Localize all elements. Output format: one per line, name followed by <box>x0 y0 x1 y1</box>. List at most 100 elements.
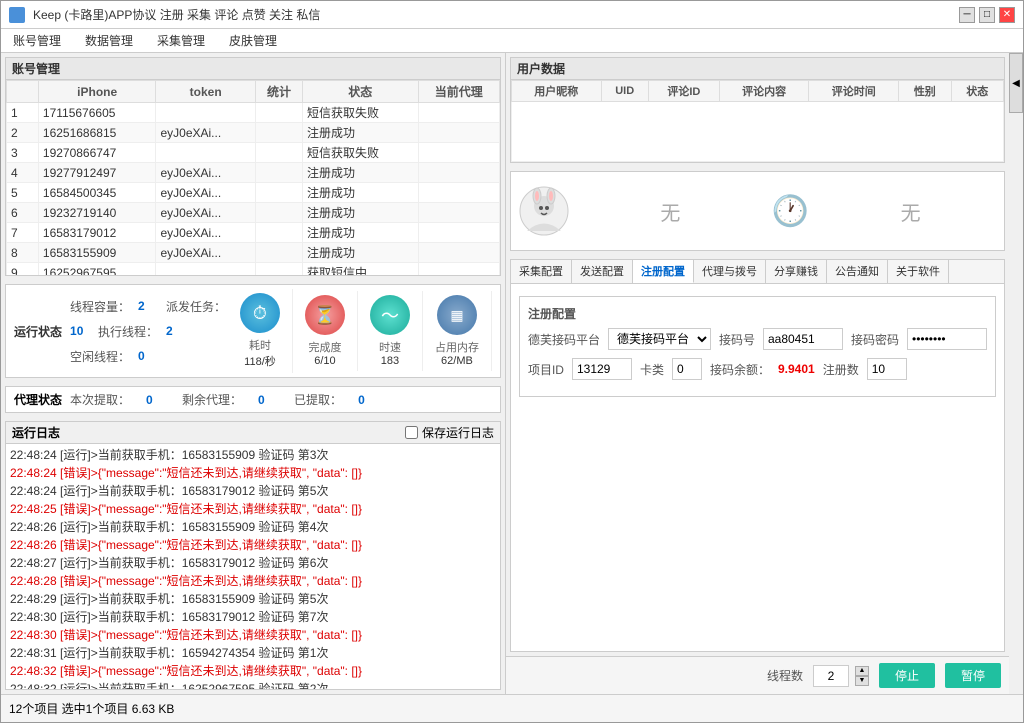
metric-time: ⏱ 耗时 118/秒 <box>228 289 293 373</box>
col-status: 状态 <box>303 81 419 103</box>
menu-collect[interactable]: 采集管理 <box>153 30 209 51</box>
no-data-2: 无 <box>825 197 996 226</box>
config-tab-公告通知[interactable]: 公告通知 <box>827 260 888 283</box>
row-status: 注册成功 <box>303 243 419 263</box>
row-token: eyJ0eXAi... <box>156 243 255 263</box>
app-icon <box>9 7 25 23</box>
user-table: 用户昵称 UID 评论ID 评论内容 评论时间 性别 状态 <box>511 80 1004 162</box>
left-panel: 账号管理 iPhone token 统计 状态 当前代理 <box>1 53 506 694</box>
user-col-nickname: 用户昵称 <box>511 81 601 102</box>
row-token: eyJ0eXAi... <box>156 163 255 183</box>
row-status: 注册成功 <box>303 163 419 183</box>
table-row[interactable]: 2 16251686815 eyJ0eXAi... 注册成功 <box>7 123 500 143</box>
row-proxy <box>418 183 499 203</box>
run-status-row: 线程容量： 2 派发任务： 10 执行线程： 2 空闲线程： 0 <box>70 298 228 365</box>
table-row[interactable]: 8 16583155909 eyJ0eXAi... 注册成功 <box>7 243 500 263</box>
row-id: 9 <box>7 263 39 276</box>
submitted-value: 0 <box>358 393 378 407</box>
row-status: 注册成功 <box>303 123 419 143</box>
col-count: 统计 <box>255 81 302 103</box>
thread-up-button[interactable]: ▲ <box>855 666 869 676</box>
config-tab-分享赚钱[interactable]: 分享赚钱 <box>766 260 827 283</box>
proxy-row: 本次提取： 0 剩余代理： 0 已提取： 0 <box>70 391 378 408</box>
save-log-text: 保存运行日志 <box>422 424 494 441</box>
card-input[interactable] <box>672 358 702 380</box>
row-token: eyJ0eXAi... <box>156 203 255 223</box>
close-button[interactable]: ✕ <box>999 7 1015 23</box>
thread-count-input[interactable] <box>813 665 849 687</box>
inner-title: 注册配置 <box>528 305 987 322</box>
row-id: 6 <box>7 203 39 223</box>
decode-input[interactable] <box>763 328 843 350</box>
row-proxy <box>418 263 499 276</box>
log-line: 22:48:24 [运行]>当前获取手机：16583179012 验证码 第5次 <box>10 482 496 500</box>
log-section: 运行日志 保存运行日志 22:48:24 [运行]>当前获取手机：1658315… <box>5 421 501 690</box>
config-tab-发送配置[interactable]: 发送配置 <box>572 260 633 283</box>
metric-speed-icon: 〜 <box>370 295 410 335</box>
metric-memory-value: 62/MB <box>441 355 473 367</box>
remain-value: 0 <box>258 393 278 407</box>
log-body[interactable]: 22:48:24 [运行]>当前获取手机：16583155909 验证码 第3次… <box>6 444 500 689</box>
table-row[interactable]: 5 16584500345 eyJ0eXAi... 注册成功 <box>7 183 500 203</box>
user-data-title: 用户数据 <box>511 58 1004 80</box>
user-data-section: 用户数据 用户昵称 UID 评论ID 评论内容 评论时间 性别 状态 <box>510 57 1005 163</box>
menu-account[interactable]: 账号管理 <box>9 30 65 51</box>
log-line: 22:48:30 [错误]>{"message":"短信还未到达,请继续获取",… <box>10 626 496 644</box>
row-iphone: 19270866747 <box>38 143 156 163</box>
platform-select[interactable]: 德芙接码平台 <box>608 328 711 350</box>
run-status-title: 运行状态 <box>14 325 62 339</box>
log-line: 22:48:31 [运行]>当前获取手机：16594274354 验证码 第1次 <box>10 644 496 662</box>
table-row[interactable]: 9 16252967595 获取短信中... <box>7 263 500 276</box>
no-data-1: 无 <box>585 197 756 226</box>
metric-time-value: 118/秒 <box>244 353 276 369</box>
save-log-checkbox[interactable] <box>405 426 418 439</box>
row-count <box>255 223 302 243</box>
user-col-gender: 性别 <box>899 81 951 102</box>
row-status: 注册成功 <box>303 183 419 203</box>
control-bar: 线程数 ▲ ▼ 停止 暂停 <box>506 656 1009 694</box>
pause-button[interactable]: 暂停 <box>945 663 1001 688</box>
menu-skin[interactable]: 皮肤管理 <box>225 30 281 51</box>
config-tab-采集配置[interactable]: 采集配置 <box>511 260 572 283</box>
col-token: token <box>156 81 255 103</box>
side-expand-button[interactable]: ◀ <box>1009 53 1023 113</box>
config-tab-注册配置[interactable]: 注册配置 <box>633 260 694 283</box>
remain-label: 剩余代理： <box>182 391 242 408</box>
config-tab-代理与拨号[interactable]: 代理与拨号 <box>694 260 766 283</box>
maximize-button[interactable]: □ <box>979 7 995 23</box>
metric-speed-value: 183 <box>381 355 399 367</box>
metric-progress: ⏳ 完成度 6/10 <box>293 291 358 371</box>
clock-icon-container: 🕐 <box>772 194 809 229</box>
log-title: 运行日志 <box>12 424 60 441</box>
log-line: 22:48:24 [运行]>当前获取手机：16583155909 验证码 第3次 <box>10 446 496 464</box>
stop-button[interactable]: 停止 <box>879 663 935 688</box>
reg-count-input[interactable] <box>867 358 907 380</box>
thread-down-button[interactable]: ▼ <box>855 676 869 686</box>
balance-value: 9.9401 <box>778 362 815 376</box>
table-row[interactable]: 3 19270866747 短信获取失败 <box>7 143 500 163</box>
col-iphone: iPhone <box>38 81 156 103</box>
menu-data[interactable]: 数据管理 <box>81 30 137 51</box>
row-count <box>255 203 302 223</box>
project-input[interactable] <box>572 358 632 380</box>
password-label: 接码密码 <box>851 331 899 348</box>
minimize-button[interactable]: ─ <box>959 7 975 23</box>
config-tab-关于软件[interactable]: 关于软件 <box>888 260 949 283</box>
status-bar: 12个项目 选中1个项目 6.63 KB <box>1 694 1023 722</box>
main-content: 账号管理 iPhone token 统计 状态 当前代理 <box>1 53 1023 694</box>
row-token: eyJ0eXAi... <box>156 183 255 203</box>
save-log-label[interactable]: 保存运行日志 <box>405 424 494 441</box>
dispatch-label: 派发任务： <box>166 298 226 315</box>
row-count <box>255 103 302 123</box>
table-row[interactable]: 1 17115676605 短信获取失败 <box>7 103 500 123</box>
row-count <box>255 143 302 163</box>
row-id: 2 <box>7 123 39 143</box>
row-token: eyJ0eXAi... <box>156 223 255 243</box>
idle-label: 空闲线程： <box>70 348 130 365</box>
password-input[interactable] <box>907 328 987 350</box>
table-row[interactable]: 7 16583179012 eyJ0eXAi... 注册成功 <box>7 223 500 243</box>
table-row[interactable]: 4 19277912497 eyJ0eXAi... 注册成功 <box>7 163 500 183</box>
row-id: 5 <box>7 183 39 203</box>
table-row[interactable]: 6 19232719140 eyJ0eXAi... 注册成功 <box>7 203 500 223</box>
row-count <box>255 183 302 203</box>
